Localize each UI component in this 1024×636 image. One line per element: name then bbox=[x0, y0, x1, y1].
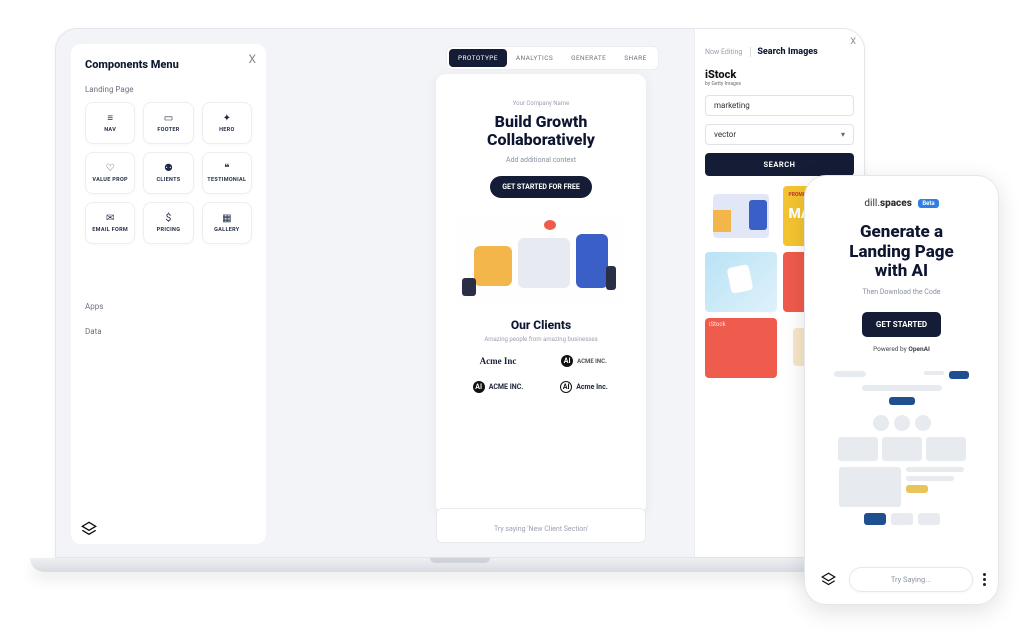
mail-icon: ✉ bbox=[106, 213, 114, 224]
grid-icon: ▦ bbox=[222, 213, 231, 224]
phone-hero-subtitle: Then Download the Code bbox=[821, 288, 982, 296]
close-icon[interactable]: X bbox=[248, 52, 256, 66]
footer-icon: ▭ bbox=[164, 113, 173, 124]
now-editing-label: Now Editing bbox=[705, 48, 742, 56]
hero-icon: ✦ bbox=[223, 113, 231, 124]
component-clients[interactable]: ⚉CLIENTS bbox=[143, 152, 193, 194]
component-pricing[interactable]: $PRICING bbox=[143, 202, 193, 244]
tab-analytics[interactable]: ANALYTICS bbox=[507, 49, 562, 67]
component-testimonial[interactable]: ❝TESTIMONIAL bbox=[202, 152, 252, 194]
tab-generate[interactable]: GENERATE bbox=[562, 49, 615, 67]
clients-subtitle: Amazing people from amazing businesses bbox=[484, 336, 597, 343]
result-thumb[interactable] bbox=[705, 252, 777, 312]
hero-title-line2: Collaboratively bbox=[487, 131, 595, 149]
company-name: Your Company Name bbox=[513, 100, 570, 107]
chevron-down-icon: ▾ bbox=[841, 130, 845, 139]
cta-button[interactable]: GET STARTED FOR FREE bbox=[490, 176, 592, 198]
phone-prompt-input[interactable]: Try Saying... bbox=[849, 567, 973, 592]
clients-icon: ⚉ bbox=[164, 163, 173, 174]
dollar-icon: $ bbox=[166, 213, 172, 224]
prompt-placeholder: Try saying 'New Client Section' bbox=[494, 525, 588, 533]
component-nav[interactable]: ≡NAV bbox=[85, 102, 135, 144]
component-valueprop[interactable]: ♡VALUE PROP bbox=[85, 152, 135, 194]
client-logo-2: AIACME INC. bbox=[552, 355, 616, 367]
panel-title: Search Images bbox=[750, 47, 817, 57]
hero-subtitle: Add additional context bbox=[506, 156, 576, 164]
section-label-data: Data bbox=[85, 327, 252, 336]
prompt-input[interactable]: Try saying 'New Client Section' bbox=[436, 508, 646, 543]
heart-icon: ♡ bbox=[106, 163, 115, 174]
get-started-button[interactable]: GET STARTED bbox=[862, 312, 941, 337]
search-button[interactable]: SEARCH bbox=[705, 153, 854, 176]
client-logo-4: AIAcme Inc. bbox=[552, 381, 616, 393]
phone-hero-title: Generate a Landing Page with AI bbox=[821, 223, 982, 282]
hero-title-line1: Build Growth bbox=[495, 113, 588, 131]
component-hero[interactable]: ✦HERO bbox=[202, 102, 252, 144]
quote-icon: ❝ bbox=[224, 163, 229, 174]
clients-title: Our Clients bbox=[511, 318, 571, 332]
sidebar-title: Components Menu bbox=[85, 58, 252, 71]
phone-screen: dill.spaces Beta Generate a Landing Page… bbox=[804, 175, 999, 605]
layers-icon[interactable] bbox=[817, 569, 839, 591]
layers-icon[interactable] bbox=[76, 516, 102, 542]
tab-share[interactable]: SHARE bbox=[615, 49, 656, 67]
more-icon[interactable] bbox=[983, 573, 986, 586]
components-sidebar: X Components Menu Landing Page ≡NAV ▭FOO… bbox=[71, 44, 266, 544]
result-thumb[interactable] bbox=[705, 186, 777, 246]
section-label-apps: Apps bbox=[85, 302, 252, 311]
phone-brand: dill.spaces Beta bbox=[821, 198, 982, 209]
wireframe-preview bbox=[834, 371, 969, 531]
client-logo-1: Acme Inc bbox=[466, 355, 530, 367]
filter-select[interactable]: vector ▾ bbox=[705, 124, 854, 145]
search-input[interactable] bbox=[705, 95, 854, 116]
laptop-notch bbox=[430, 558, 490, 563]
tab-prototype[interactable]: PROTOTYPE bbox=[449, 49, 507, 67]
component-gallery[interactable]: ▦GALLERY bbox=[202, 202, 252, 244]
hero-illustration bbox=[456, 216, 626, 302]
design-canvas[interactable]: Your Company Name Build Growth Collabora… bbox=[436, 74, 646, 514]
istock-logo: iStock by Getty Images bbox=[705, 68, 854, 87]
component-footer[interactable]: ▭FOOTER bbox=[143, 102, 193, 144]
powered-by-label: Powered by OpenAI bbox=[821, 345, 982, 353]
laptop-screen: X Components Menu Landing Page ≡NAV ▭FOO… bbox=[55, 28, 865, 558]
result-thumb[interactable]: iStock bbox=[705, 318, 777, 378]
view-tabs: PROTOTYPE ANALYTICS GENERATE SHARE bbox=[446, 46, 659, 70]
component-emailform[interactable]: ✉EMAIL FORM bbox=[85, 202, 135, 244]
section-label-landing: Landing Page bbox=[85, 85, 252, 94]
beta-badge: Beta bbox=[918, 199, 938, 208]
close-icon[interactable]: X bbox=[850, 37, 856, 47]
menu-icon: ≡ bbox=[107, 113, 113, 124]
clients-grid: Acme Inc AIACME INC. AIACME INC. AIAcme … bbox=[466, 355, 616, 393]
client-logo-3: AIACME INC. bbox=[466, 381, 530, 393]
